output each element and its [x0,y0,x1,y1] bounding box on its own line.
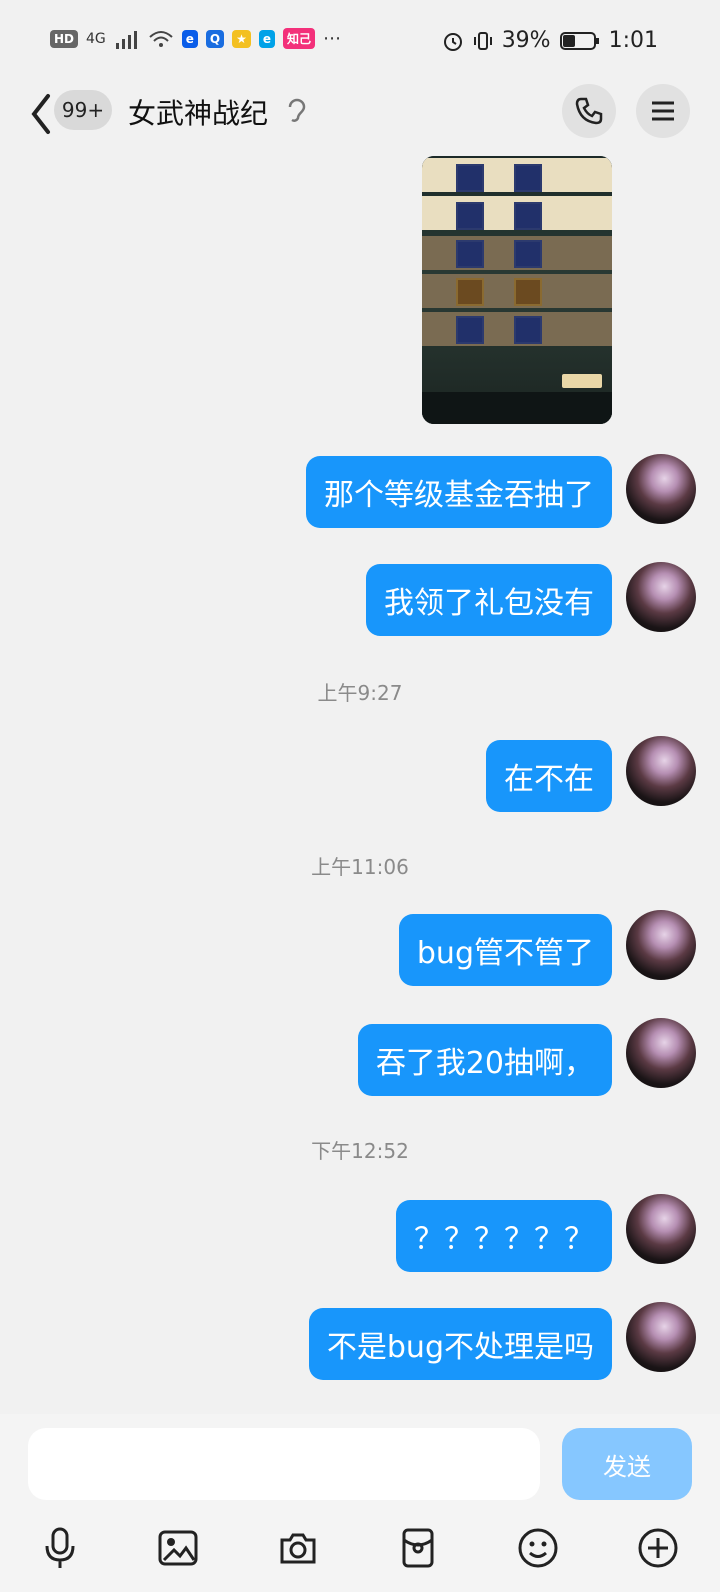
signal-icon [115,30,137,49]
avatar[interactable] [626,454,696,524]
plus-icon [638,1528,678,1568]
message-input[interactable] [28,1428,540,1500]
vibrate-icon [473,31,492,50]
alarm-icon [443,32,462,51]
send-button[interactable]: 发送 [562,1428,692,1500]
more-actions-button[interactable] [634,1524,682,1572]
more-icon: ⋯ [323,28,342,49]
timestamp: 下午12:52 [311,1139,409,1163]
network-label: 4G [86,30,106,47]
thumbnail-tile [456,278,484,306]
thumbnail-tile [514,202,542,230]
status-time: 1:01 [608,28,658,53]
thumbnail-claim-button [562,374,602,388]
battery-icon [559,31,599,50]
thumbnail-tile [514,316,542,344]
app-icon: Q [205,29,225,48]
unread-badge[interactable]: 99+ [54,90,112,130]
avatar[interactable] [626,910,696,980]
avatar[interactable] [626,1302,696,1372]
call-button[interactable] [562,84,616,138]
thumbnail-tile [514,164,542,192]
emoji-icon [518,1528,558,1568]
avatar[interactable] [626,736,696,806]
wifi-icon [149,30,173,47]
timestamp: 上午11:06 [311,855,409,879]
avatar[interactable] [626,1018,696,1088]
timestamp: 上午9:27 [317,681,403,705]
image-icon [158,1530,198,1566]
back-chevron-icon[interactable] [26,92,56,136]
voice-button[interactable] [36,1524,84,1572]
camera-button[interactable] [274,1524,322,1572]
avatar[interactable] [626,1194,696,1264]
message-bubble[interactable]: 那个等级基金吞抽了 [306,456,612,528]
thumbnail-tile [514,278,542,306]
red-packet-icon [402,1528,434,1568]
message-bubble[interactable]: 吞了我20抽啊， [357,1024,612,1096]
menu-button[interactable] [636,84,690,138]
message-bubble[interactable]: 我领了礼包没有 [366,564,612,636]
thumbnail-tile [456,202,484,230]
avatar[interactable] [626,562,696,632]
phone-icon [575,97,603,125]
chat-title: 女武神战纪 [128,97,269,130]
thumbnail-tile [456,316,484,344]
microphone-icon [45,1527,75,1568]
red-packet-button[interactable] [394,1524,442,1572]
app-chip: 知己 [283,28,316,49]
status-left: HD 4G e Q ★ e 知己 ⋯ [50,28,341,49]
message-bubble[interactable]: 不是bug不处理是吗 [308,1308,612,1380]
app-icon: ★ [232,29,251,48]
message-bubble[interactable]: 在不在 [486,740,612,812]
camera-icon [280,1533,316,1564]
image-button[interactable] [154,1524,202,1572]
image-message[interactable] [422,156,612,424]
thumbnail-tile [456,240,484,268]
thumbnail-bottom-bar [422,392,612,424]
emoji-button[interactable] [514,1524,562,1572]
battery-percent: 39% [501,28,551,53]
message-bubble[interactable]: bug管不管了 [398,914,612,986]
composer-bar: 发送 [0,1414,720,1592]
menu-icon [652,101,674,121]
chat-header: 99+ 女武神战纪 [0,80,720,160]
status-right: 39% 1:01 [442,28,658,53]
message-bubble[interactable]: ？？？？？？ [396,1200,612,1272]
ear-icon [288,98,306,122]
app-icon: e [181,29,198,48]
hd-icon: HD [50,29,79,48]
thumbnail-tile [514,240,542,268]
app-icon: e [258,29,276,48]
thumbnail-tile [456,164,484,192]
status-bar: HD 4G e Q ★ e 知己 ⋯ 39% 1:01 [0,0,720,88]
